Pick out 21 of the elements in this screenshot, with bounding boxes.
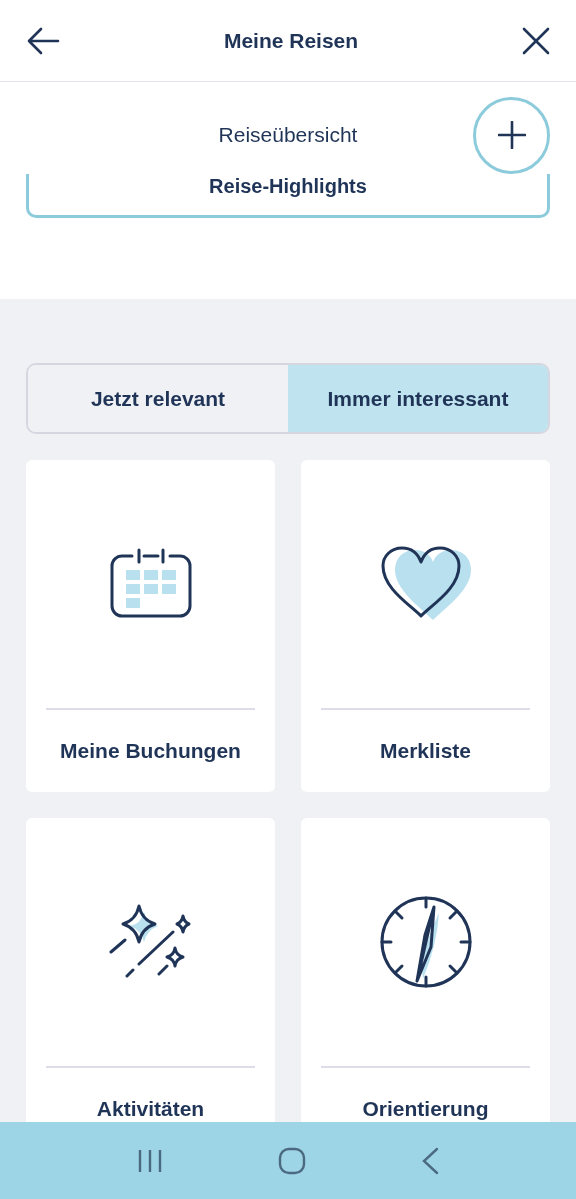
menu-tile[interactable]: Orientierung	[301, 818, 550, 1122]
highlights-button[interactable]: Reise-Highlights	[26, 174, 550, 218]
menu-tile[interactable]: Aktivitäten	[26, 818, 275, 1122]
section-title: Reiseübersicht	[218, 122, 358, 149]
segment-tab[interactable]: Immer interessant	[288, 365, 548, 432]
menu-tile[interactable]: Meine Buchungen	[26, 460, 275, 792]
recent-apps-icon[interactable]	[137, 1148, 164, 1173]
menu-tile[interactable]: Merkliste	[301, 460, 550, 792]
heart-icon	[380, 546, 471, 622]
plus-icon	[497, 121, 526, 149]
tile-label: Orientierung	[362, 1096, 489, 1122]
tile-label: Meine Buchungen	[60, 738, 241, 765]
back-icon[interactable]	[420, 1146, 439, 1175]
page-title: Meine Reisen	[223, 27, 359, 54]
close-icon[interactable]	[522, 26, 550, 55]
back-arrow-icon[interactable]	[26, 26, 60, 55]
tile-label: Merkliste	[379, 738, 471, 765]
home-icon[interactable]	[278, 1146, 306, 1175]
sparkles-icon	[108, 904, 193, 980]
compass-icon	[378, 895, 473, 989]
tile-label: Aktivitäten	[96, 1096, 205, 1122]
